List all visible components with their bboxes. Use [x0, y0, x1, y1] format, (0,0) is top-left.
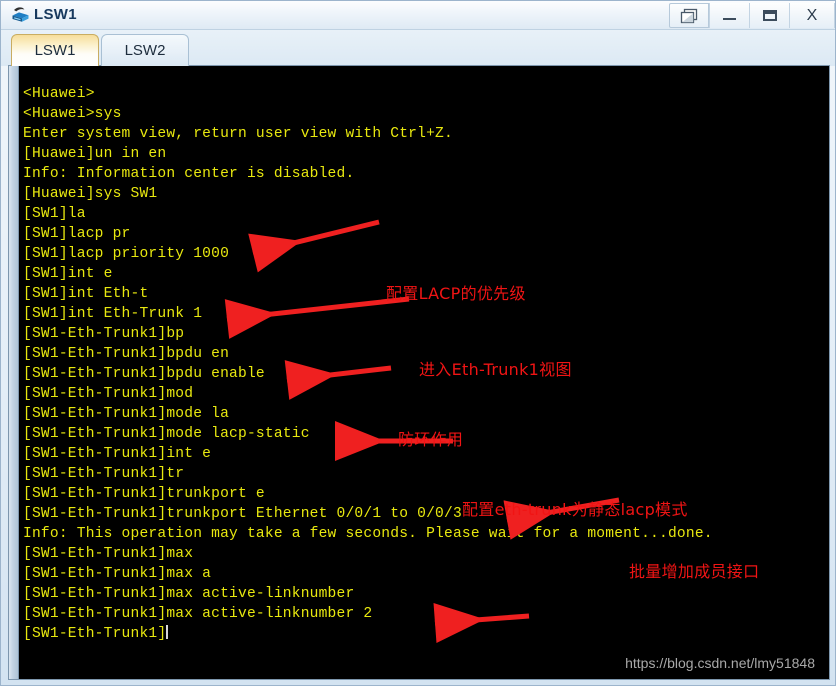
tab-lsw2-label: LSW2: [124, 42, 166, 59]
tab-lsw1-label: LSW1: [34, 42, 76, 59]
terminal-prompt: [SW1-Eth-Trunk1]: [23, 626, 167, 642]
terminal-line: [Huawei]sys SW1: [23, 186, 158, 202]
switch-icon: [10, 5, 31, 26]
terminal-prompt-line: [SW1-Eth-Trunk1]: [23, 624, 829, 644]
terminal-line: [SW1]la: [23, 206, 86, 222]
annotation-lacp-static-mode: 配置eth-trunk为静态lacp模式: [462, 500, 688, 519]
terminal-line: [SW1-Eth-Trunk1]trunkport Ethernet 0/0/1…: [23, 506, 462, 522]
application-window: LSW1 X LSW1 LSW2 <Huawei> <Huawei>sys En…: [0, 0, 836, 686]
terminal-line: [SW1]lacp priority 1000: [23, 246, 230, 262]
tab-lsw1[interactable]: LSW1: [11, 34, 99, 66]
annotation-lacp-priority: 配置LACP的优先级: [386, 284, 526, 303]
terminal-line: Enter system view, return user view with…: [23, 126, 453, 142]
annotation-bpdu-enable: 防环作用: [398, 430, 464, 449]
tab-lsw2[interactable]: LSW2: [101, 34, 189, 66]
watermark: https://blog.csdn.net/lmy51848: [625, 655, 815, 671]
annotation-batch-add-ports: 批量增加成员接口: [629, 562, 760, 581]
annotation-max-active-links: 设置最大活动链路数: [539, 674, 686, 679]
close-window-button[interactable]: X: [789, 3, 835, 28]
maximize-icon: [762, 10, 777, 21]
terminal-panel[interactable]: <Huawei> <Huawei>sys Enter system view, …: [8, 65, 830, 680]
minimize-window-button[interactable]: [709, 3, 749, 28]
terminal-line: [Huawei]un in en: [23, 146, 167, 162]
title-bar: LSW1 X: [1, 1, 835, 30]
terminal-scrollbar[interactable]: [9, 66, 19, 679]
terminal-line: [SW1-Eth-Trunk1]tr: [23, 466, 185, 482]
terminal-line: [SW1-Eth-Trunk1]bp: [23, 326, 185, 342]
maximize-window-button[interactable]: [749, 3, 789, 28]
terminal-line: Info: This operation may take a few seco…: [23, 526, 713, 542]
terminal-line: [SW1-Eth-Trunk1]max active-linknumber: [23, 586, 355, 602]
terminal-line: [SW1-Eth-Trunk1]mode la: [23, 406, 230, 422]
minimize-icon: [723, 18, 736, 20]
terminal-line: [SW1-Eth-Trunk1]mod: [23, 386, 194, 402]
text-cursor: [166, 625, 169, 639]
terminal-line: [SW1-Eth-Trunk1]trunkport e: [23, 486, 265, 502]
restore-window-button[interactable]: [669, 3, 709, 28]
close-icon: X: [806, 6, 818, 24]
window-title: LSW1: [34, 6, 77, 23]
terminal-line: Info: Information center is disabled.: [23, 166, 355, 182]
terminal-line: <Huawei>: [23, 86, 95, 102]
terminal-line: [SW1-Eth-Trunk1]max active-linknumber 2: [23, 606, 373, 622]
tab-strip: LSW1 LSW2: [1, 30, 835, 66]
terminal-line: [SW1]int Eth-Trunk 1: [23, 306, 203, 322]
terminal-line: <Huawei>sys: [23, 106, 122, 122]
annotation-eth-trunk-view: 进入Eth-Trunk1视图: [419, 360, 572, 379]
restore-icon: [680, 8, 697, 23]
terminal-line: [SW1]lacp pr: [23, 226, 131, 242]
